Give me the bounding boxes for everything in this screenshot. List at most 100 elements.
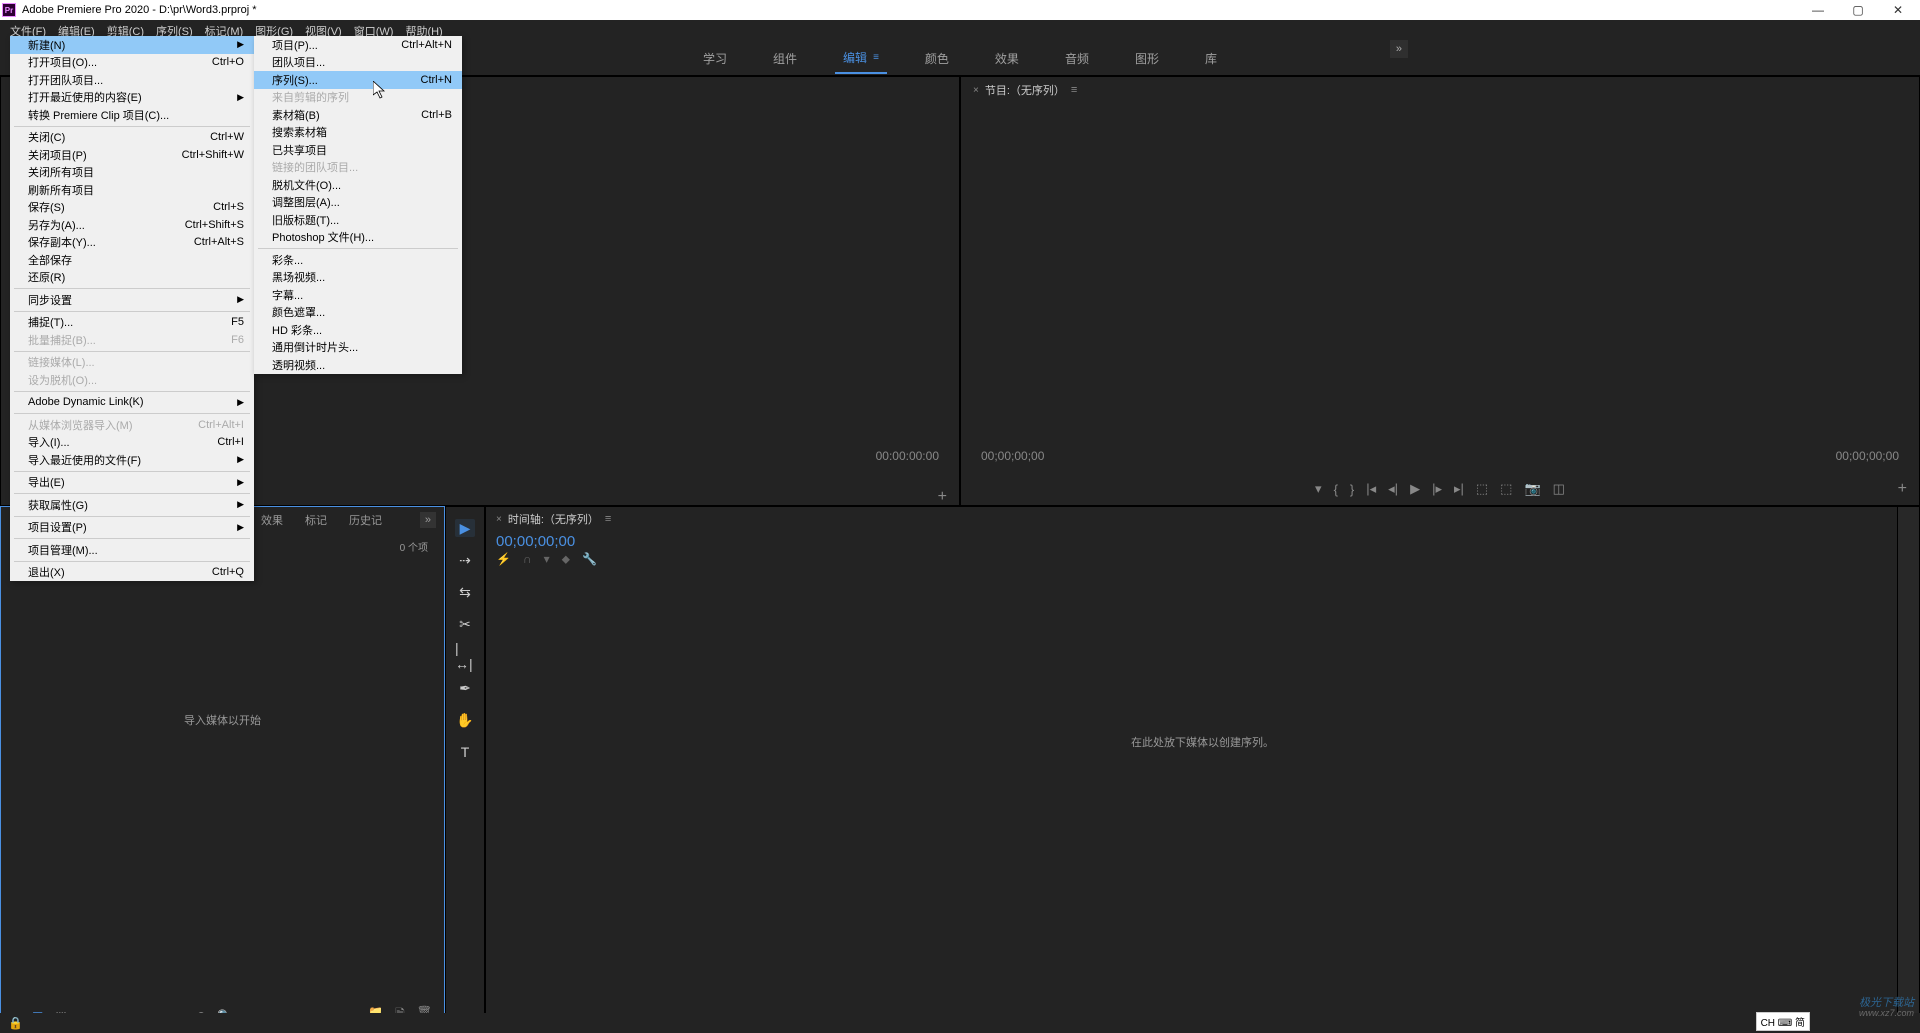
- wrench-icon[interactable]: 🔧: [582, 552, 597, 567]
- ws-editing[interactable]: 编辑≡: [835, 43, 887, 74]
- tab-markers[interactable]: 标记: [305, 512, 327, 528]
- menu-item[interactable]: 项目(P)...Ctrl+Alt+N: [254, 36, 462, 54]
- menu-item[interactable]: 黑场视频...: [254, 269, 462, 287]
- timeline-drop-hint: 在此处放下媒体以创建序列。: [486, 567, 1919, 917]
- timeline-playhead[interactable]: 00;00;00;00: [486, 531, 1919, 552]
- panel-menu-icon[interactable]: ≡: [1071, 84, 1077, 96]
- snap-icon[interactable]: ⚡: [496, 552, 511, 567]
- menu-item[interactable]: 转换 Premiere Clip 项目(C)...: [10, 106, 254, 124]
- go-out-icon[interactable]: ▸|: [1454, 481, 1464, 497]
- type-tool-icon[interactable]: T: [455, 743, 475, 761]
- maximize-button[interactable]: ▢: [1838, 0, 1878, 20]
- menu-item[interactable]: 彩条...: [254, 251, 462, 269]
- add-button-icon[interactable]: +: [938, 488, 947, 506]
- menu-item[interactable]: 打开最近使用的内容(E)▶: [10, 89, 254, 107]
- menu-item[interactable]: 退出(X)Ctrl+Q: [10, 564, 254, 582]
- tab-history[interactable]: 历史记: [349, 512, 382, 528]
- timeline-tools: ⚡ ∩ ▾ ⬥ 🔧: [486, 552, 1919, 567]
- menu-item[interactable]: 同步设置▶: [10, 291, 254, 309]
- ws-library[interactable]: 库: [1197, 43, 1225, 74]
- menu-item[interactable]: 透明视频...: [254, 356, 462, 374]
- menu-item[interactable]: 团队项目...: [254, 54, 462, 72]
- ws-effects[interactable]: 效果: [987, 43, 1027, 74]
- close-icon[interactable]: ×: [496, 514, 502, 525]
- ws-graphics[interactable]: 图形: [1127, 43, 1167, 74]
- menu-item[interactable]: 旧版标题(T)...: [254, 211, 462, 229]
- marker-icon[interactable]: ▾: [1315, 481, 1322, 497]
- menu-item[interactable]: 素材箱(B)Ctrl+B: [254, 106, 462, 124]
- minimize-button[interactable]: —: [1798, 0, 1838, 20]
- project-drop-hint: 导入媒体以开始: [1, 560, 444, 880]
- ws-assembly[interactable]: 组件: [765, 43, 805, 74]
- tabs-expand[interactable]: »: [420, 512, 436, 528]
- menu-item[interactable]: 打开团队项目...: [10, 71, 254, 89]
- menu-item[interactable]: 新建(N)▶: [10, 36, 254, 54]
- menu-item[interactable]: 导入最近使用的文件(F)▶: [10, 451, 254, 469]
- add-button-icon[interactable]: +: [1898, 480, 1907, 498]
- compare-icon[interactable]: ◫: [1553, 481, 1565, 497]
- razor-tool-icon[interactable]: ✂: [455, 615, 475, 633]
- menu-item[interactable]: 搜索素材箱: [254, 124, 462, 142]
- tab-effects[interactable]: 效果: [261, 512, 283, 528]
- close-button[interactable]: ✕: [1878, 0, 1918, 20]
- step-back-icon[interactable]: ◂|: [1388, 481, 1398, 497]
- lift-icon[interactable]: ⬚: [1476, 481, 1488, 497]
- menu-item[interactable]: 字幕...: [254, 286, 462, 304]
- menu-item: 链接媒体(L)...: [10, 354, 254, 372]
- ws-color[interactable]: 颜色: [917, 43, 957, 74]
- menu-item[interactable]: 脱机文件(O)...: [254, 176, 462, 194]
- watermark-url: www.xz7.com: [1859, 1009, 1914, 1019]
- menu-item[interactable]: 打开项目(O)...Ctrl+O: [10, 54, 254, 72]
- menu-item[interactable]: 关闭项目(P)Ctrl+Shift+W: [10, 146, 254, 164]
- in-icon[interactable]: {: [1334, 482, 1338, 497]
- workspace-expand[interactable]: »: [1390, 40, 1408, 58]
- menu-item[interactable]: Adobe Dynamic Link(K)▶: [10, 394, 254, 412]
- go-in-icon[interactable]: |◂: [1366, 481, 1376, 497]
- menu-item[interactable]: 全部保存: [10, 251, 254, 269]
- menu-item[interactable]: 获取属性(G)▶: [10, 496, 254, 514]
- step-fwd-icon[interactable]: |▸: [1432, 481, 1442, 497]
- menu-item[interactable]: 刷新所有项目: [10, 181, 254, 199]
- menu-item[interactable]: 保存副本(Y)...Ctrl+Alt+S: [10, 234, 254, 252]
- menu-item[interactable]: 通用倒计时片头...: [254, 339, 462, 357]
- menu-item[interactable]: 调整图层(A)...: [254, 194, 462, 212]
- menu-item[interactable]: 关闭(C)Ctrl+W: [10, 129, 254, 147]
- ime-indicator[interactable]: CH ⌨ 简: [1756, 1012, 1810, 1031]
- menu-item[interactable]: 关闭所有项目: [10, 164, 254, 182]
- selection-tool-icon[interactable]: ▶: [455, 519, 475, 537]
- menu-item[interactable]: 颜色遮罩...: [254, 304, 462, 322]
- bottom-row: 效果 标记 历史记 » 0 个项 导入媒体以开始 ≡ ▦ ⬚ ◐ ≡▾ ⟲ 🔍 …: [0, 506, 1920, 1033]
- ripple-edit-icon[interactable]: ⇆: [455, 583, 475, 601]
- menu-item[interactable]: 导入(I)...Ctrl+I: [10, 434, 254, 452]
- menu-item[interactable]: HD 彩条...: [254, 321, 462, 339]
- ws-audio[interactable]: 音频: [1057, 43, 1097, 74]
- menu-item[interactable]: 保存(S)Ctrl+S: [10, 199, 254, 217]
- new-submenu-dropdown: 项目(P)...Ctrl+Alt+N团队项目...序列(S)...Ctrl+N来…: [254, 36, 462, 374]
- menu-item[interactable]: 项目设置(P)▶: [10, 519, 254, 537]
- menu-item[interactable]: 导出(E)▶: [10, 474, 254, 492]
- export-icon[interactable]: 📷: [1524, 481, 1540, 497]
- menu-item[interactable]: 还原(R): [10, 269, 254, 287]
- linked-sel-icon[interactable]: ∩: [523, 552, 532, 567]
- hand-tool-icon[interactable]: ✋: [455, 711, 475, 729]
- marker-add-icon[interactable]: ▾: [544, 552, 550, 567]
- settings-icon[interactable]: ⬥: [562, 552, 570, 567]
- close-icon[interactable]: ×: [973, 85, 979, 96]
- play-icon[interactable]: ▶: [1410, 481, 1420, 497]
- menu-item[interactable]: 已共享项目: [254, 141, 462, 159]
- menu-item[interactable]: 项目管理(M)...: [10, 541, 254, 559]
- extract-icon[interactable]: ⬚: [1500, 481, 1512, 497]
- out-icon[interactable]: }: [1350, 482, 1354, 497]
- window-title: Adobe Premiere Pro 2020 - D:\pr\Word3.pr…: [22, 4, 257, 16]
- panel-menu-icon[interactable]: ≡: [605, 513, 611, 525]
- separator: [14, 351, 250, 352]
- slip-tool-icon[interactable]: |↔|: [455, 647, 475, 665]
- track-select-icon[interactable]: ⇢: [455, 551, 475, 569]
- menu-item[interactable]: 另存为(A)...Ctrl+Shift+S: [10, 216, 254, 234]
- ws-learn[interactable]: 学习: [695, 43, 735, 74]
- menu-item[interactable]: Photoshop 文件(H)...: [254, 229, 462, 247]
- menu-item[interactable]: 捕捉(T)...F5: [10, 314, 254, 332]
- pen-tool-icon[interactable]: ✒: [455, 679, 475, 697]
- hamburger-icon[interactable]: ≡: [873, 52, 879, 63]
- menu-item[interactable]: 序列(S)...Ctrl+N: [254, 71, 462, 89]
